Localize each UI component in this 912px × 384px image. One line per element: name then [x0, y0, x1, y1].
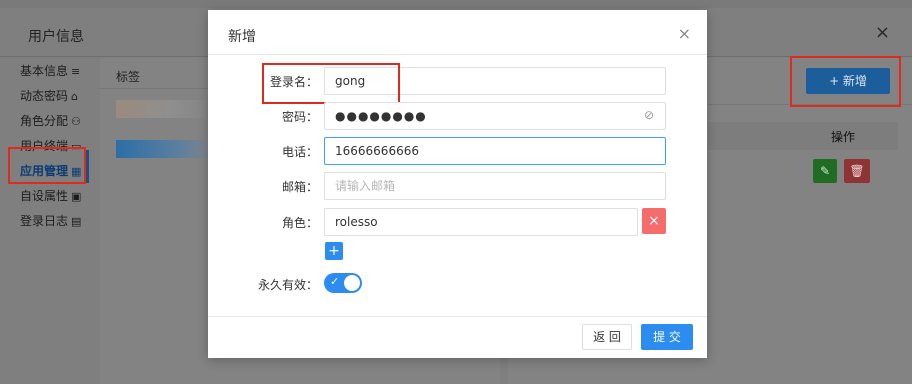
divider [208, 54, 707, 55]
lock-icon: ⌂ [71, 90, 78, 103]
sidebar-item-label: 基本信息 [20, 64, 69, 78]
sidebar-item-basic-info[interactable]: 基本信息 ≡ [20, 62, 80, 79]
email-input[interactable] [324, 172, 666, 200]
add-user-dialog: 新增 × 登录名： 密码： ⊘ 电话： 邮箱： 角色： × + 永久有效： ✓ … [208, 10, 707, 358]
sidebar: 基本信息 ≡ 动态密码 ⌂ 角色分配 ⚇ 用户终端 ▭ 应用管理 ▦ 自设属性 ▣ 登录日志… [0, 58, 90, 384]
phone-label: 电话： [281, 145, 318, 159]
password-label: 密码： [281, 110, 318, 124]
permanent-label: 永久有效： [257, 278, 318, 292]
table-header-operations: 操作 [831, 130, 856, 144]
card-icon: ▣ [71, 190, 82, 203]
close-icon[interactable]: × [678, 24, 691, 43]
highlight-box-app-management [8, 147, 86, 184]
log-icon: ▤ [71, 215, 82, 228]
dialog-title: 新增 [228, 29, 256, 45]
check-icon: ✓ [330, 275, 340, 288]
toggle-knob [344, 275, 360, 291]
delete-icon[interactable]: 🗑 [844, 159, 870, 183]
submit-button[interactable]: 提 交 [641, 324, 693, 350]
sidebar-item-label: 角色分配 [20, 114, 69, 128]
edit-icon[interactable]: ✎ [813, 159, 837, 183]
sidebar-item-label: 登录日志 [20, 214, 69, 228]
sidebar-item-dynamic-password[interactable]: 动态密码 ⌂ [20, 87, 78, 104]
remove-role-button[interactable]: × [642, 208, 666, 234]
sidebar-item-custom-attributes[interactable]: 自设属性 ▣ [20, 187, 81, 204]
email-label: 邮箱： [281, 180, 318, 194]
password-input[interactable] [324, 102, 666, 130]
sidebar-item-role-assign[interactable]: 角色分配 ⚇ [20, 112, 81, 129]
back-button[interactable]: 返 回 [582, 324, 632, 350]
highlight-box-add-button [790, 56, 901, 107]
tags-card-header: 标签 [116, 70, 141, 84]
sidebar-item-label: 动态密码 [20, 89, 69, 103]
share-icon: ⚇ [71, 115, 81, 128]
highlight-box-username [262, 63, 400, 104]
list-icon: ≡ [71, 65, 81, 78]
role-input[interactable] [324, 208, 638, 236]
blurred-tag-row [116, 140, 216, 158]
divider [208, 316, 707, 317]
permanent-toggle[interactable]: ✓ [324, 273, 362, 293]
page-title: 用户信息 [28, 29, 84, 45]
role-label: 角色： [281, 216, 318, 230]
eye-off-icon[interactable]: ⊘ [644, 108, 654, 122]
close-icon[interactable]: × [875, 22, 890, 43]
add-role-button[interactable]: + [325, 242, 343, 260]
table-header [708, 122, 898, 150]
sidebar-active-indicator [86, 150, 89, 183]
blurred-tag-row [116, 100, 206, 118]
sidebar-item-label: 自设属性 [20, 189, 69, 203]
phone-input[interactable] [324, 137, 666, 165]
sidebar-item-login-log[interactable]: 登录日志 ▤ [20, 212, 81, 229]
